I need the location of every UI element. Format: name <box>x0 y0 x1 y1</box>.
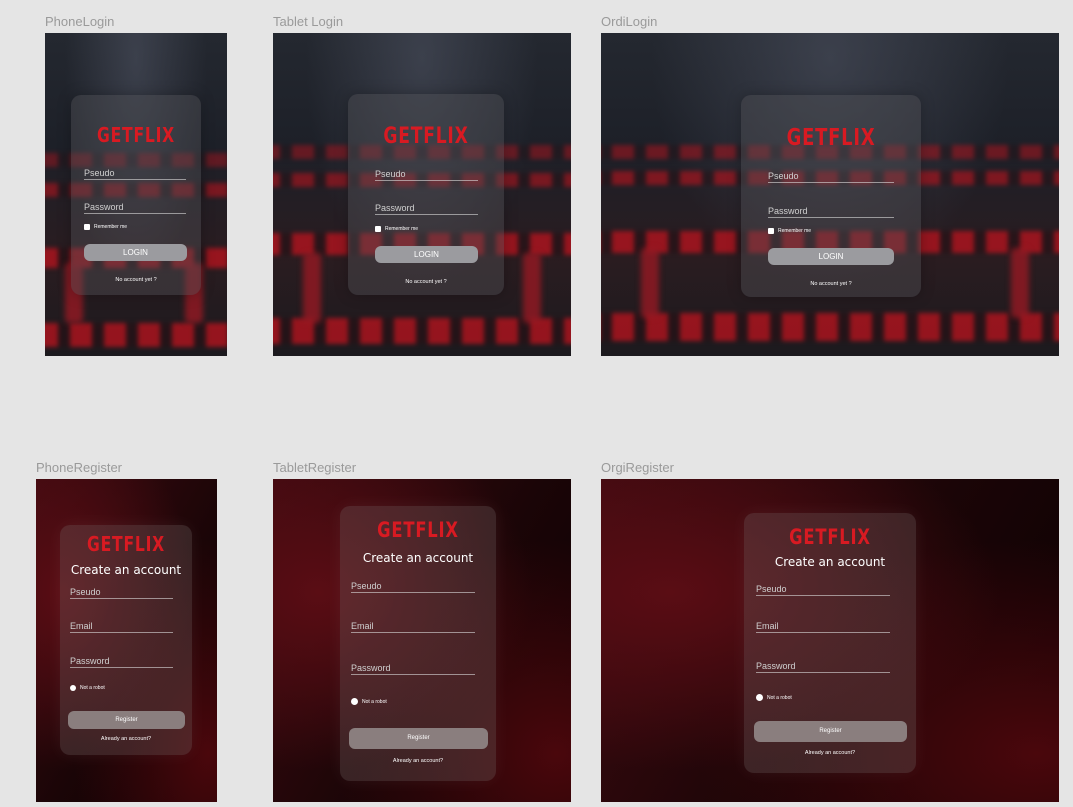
getflix-logo: GETFLIX <box>97 123 175 147</box>
getflix-logo: GETFLIX <box>786 125 876 151</box>
radio-icon <box>351 698 358 705</box>
create-account-title: Create an account <box>774 555 886 569</box>
checkbox-icon <box>375 226 381 232</box>
no-account-link[interactable]: No account yet ? <box>71 277 201 283</box>
getflix-logo: GETFLIX <box>383 124 469 149</box>
password-input[interactable]: Password <box>375 204 478 215</box>
tablet-login-frame: GETFLIX Pseudo Password Remember me LOGI… <box>273 33 571 356</box>
desktop-register-frame: GETFLIX Create an account Pseudo Email P… <box>601 479 1059 802</box>
getflix-logo: GETFLIX <box>87 532 165 556</box>
login-card: GETFLIX Pseudo Password Remember me LOGI… <box>348 94 504 295</box>
getflix-logo: GETFLIX <box>789 525 871 549</box>
remember-me-label: Remember me <box>94 224 128 230</box>
password-input[interactable]: Password <box>351 664 475 675</box>
frame-label-phone-register: PhoneRegister <box>36 460 122 475</box>
phone-register-frame: GETFLIX Create an account Pseudo Email P… <box>36 479 217 802</box>
phone-login-frame: GETFLIX Pseudo Password Remember me LOGI… <box>45 33 227 356</box>
login-button[interactable]: LOGIN <box>768 248 894 265</box>
email-input[interactable]: Email <box>756 622 890 633</box>
remember-me-checkbox[interactable]: Remember me <box>84 224 127 230</box>
pseudo-input[interactable]: Pseudo <box>375 170 478 181</box>
not-a-robot-label: Not a robot <box>80 685 105 691</box>
pseudo-input[interactable]: Pseudo <box>351 582 475 593</box>
register-card: GETFLIX Create an account Pseudo Email P… <box>744 513 916 773</box>
login-card: GETFLIX Pseudo Password Remember me LOGI… <box>741 95 921 297</box>
create-account-title: Create an account <box>362 551 474 565</box>
remember-me-checkbox[interactable]: Remember me <box>768 228 811 234</box>
already-account-link[interactable]: Already an account? <box>340 758 496 764</box>
not-a-robot-radio[interactable]: Not a robot <box>756 694 792 701</box>
pseudo-input[interactable]: Pseudo <box>768 172 894 183</box>
register-card: GETFLIX Create an account Pseudo Email P… <box>60 525 192 755</box>
frame-label-desktop-login: OrdiLogin <box>601 14 658 29</box>
no-account-link[interactable]: No account yet ? <box>348 279 504 285</box>
password-input[interactable]: Password <box>70 657 173 668</box>
remember-me-checkbox[interactable]: Remember me <box>375 226 418 232</box>
email-input[interactable]: Email <box>70 622 173 633</box>
pseudo-input[interactable]: Pseudo <box>756 585 890 596</box>
getflix-logo: GETFLIX <box>377 518 459 542</box>
register-card: GETFLIX Create an account Pseudo Email P… <box>340 506 496 781</box>
create-account-title: Create an account <box>70 563 182 577</box>
password-input[interactable]: Password <box>768 207 894 218</box>
remember-me-label: Remember me <box>385 226 419 232</box>
register-button[interactable]: Register <box>349 728 488 749</box>
frame-label-tablet-register: TabletRegister <box>273 460 357 475</box>
password-input[interactable]: Password <box>756 662 890 673</box>
login-button[interactable]: LOGIN <box>84 244 187 261</box>
already-account-link[interactable]: Already an account? <box>744 750 916 756</box>
radio-icon <box>756 694 763 701</box>
password-input[interactable]: Password <box>84 203 186 214</box>
not-a-robot-radio[interactable]: Not a robot <box>351 698 387 705</box>
checkbox-icon <box>84 224 90 230</box>
frame-label-tablet-login: Tablet Login <box>273 14 344 29</box>
checkbox-icon <box>768 228 774 234</box>
not-a-robot-label: Not a robot <box>362 698 387 705</box>
remember-me-label: Remember me <box>778 228 812 234</box>
login-button[interactable]: LOGIN <box>375 246 478 263</box>
frame-label-desktop-register: OrgiRegister <box>601 460 674 475</box>
register-button[interactable]: Register <box>754 721 907 742</box>
not-a-robot-label: Not a robot <box>767 694 792 701</box>
not-a-robot-radio[interactable]: Not a robot <box>70 685 105 691</box>
desktop-login-frame: GETFLIX Pseudo Password Remember me LOGI… <box>601 33 1059 356</box>
email-input[interactable]: Email <box>351 622 475 633</box>
pseudo-input[interactable]: Pseudo <box>70 588 173 599</box>
radio-icon <box>70 685 76 691</box>
pseudo-input[interactable]: Pseudo <box>84 169 186 180</box>
already-account-link[interactable]: Already an account? <box>60 736 192 742</box>
no-account-link[interactable]: No account yet ? <box>741 281 921 287</box>
login-card: GETFLIX Pseudo Password Remember me LOGI… <box>71 95 201 295</box>
register-button[interactable]: Register <box>68 711 185 729</box>
frame-label-phone-login: PhoneLogin <box>45 14 115 29</box>
tablet-register-frame: GETFLIX Create an account Pseudo Email P… <box>273 479 571 802</box>
